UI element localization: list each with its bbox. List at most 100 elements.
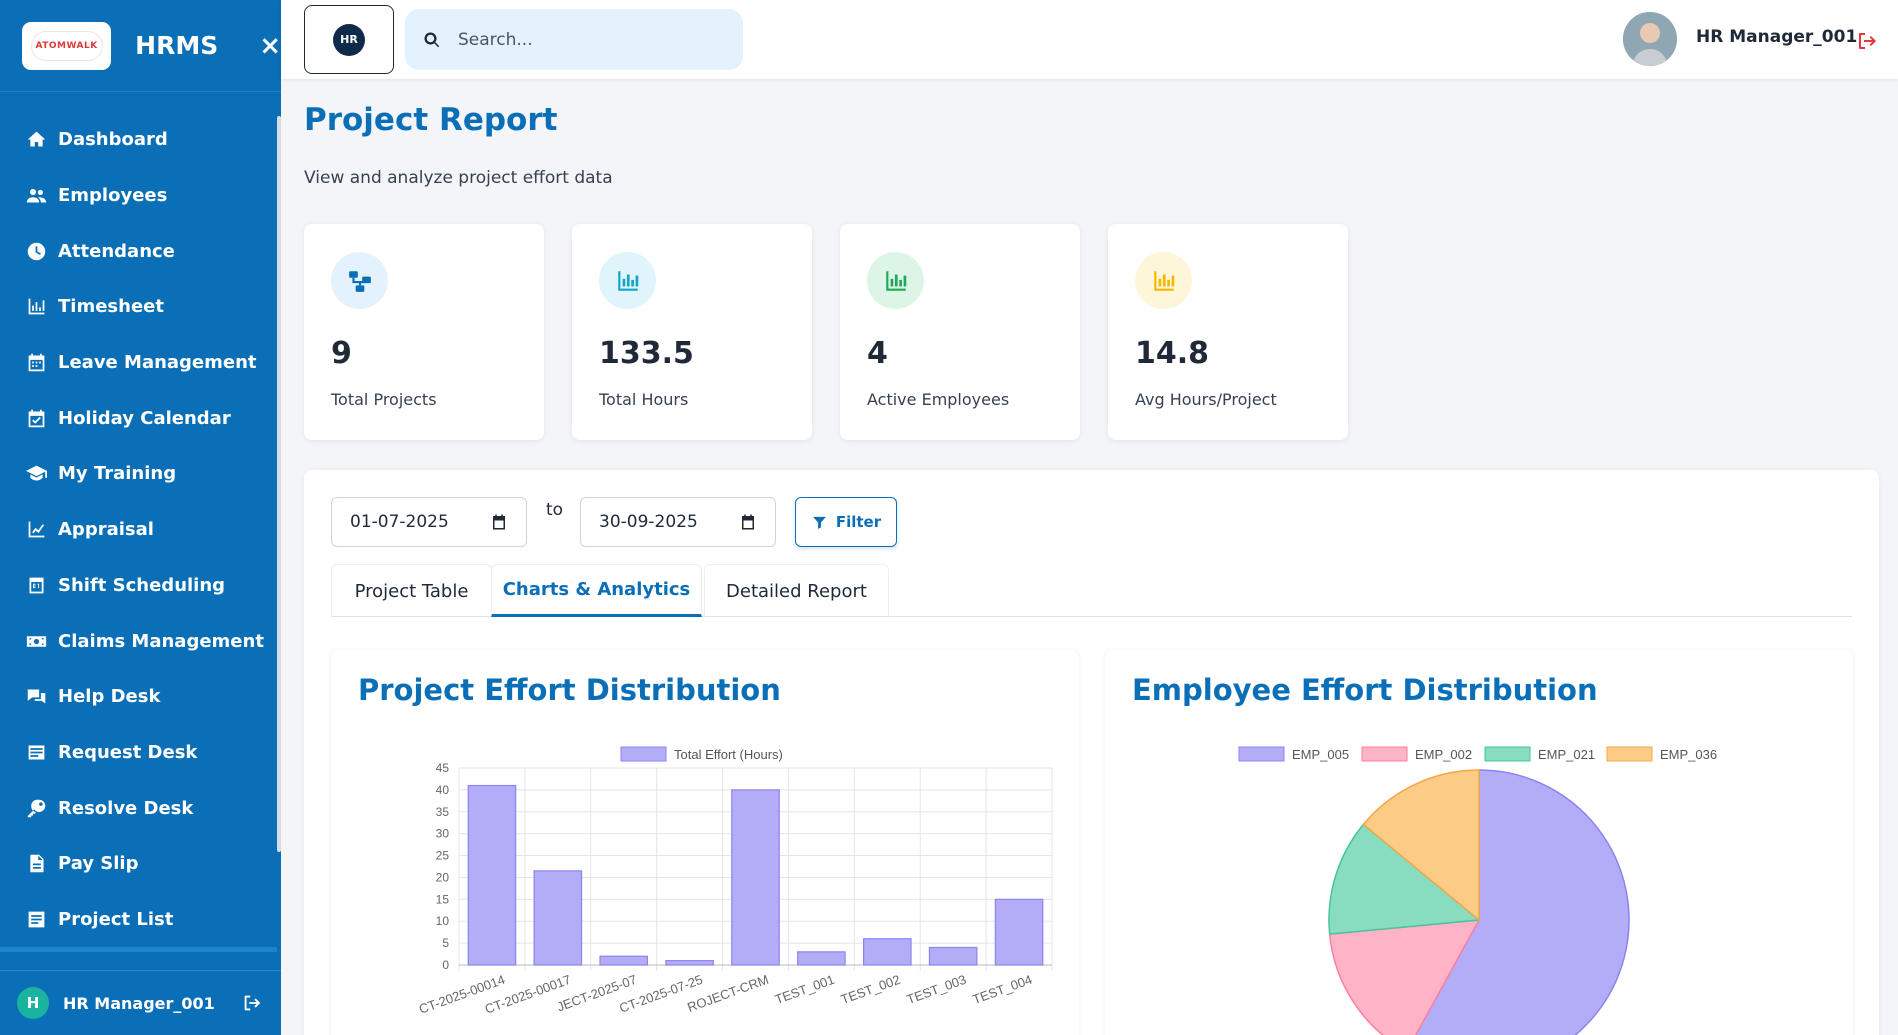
bar-project-2025-07[interactable] (599, 955, 649, 966)
sidebar-item-timesheet[interactable]: Timesheet (0, 279, 277, 335)
sidebar-footer: H HR Manager_001 (0, 970, 281, 1035)
to-date-value: 30-09-2025 (599, 512, 698, 532)
logout-icon[interactable] (241, 992, 263, 1014)
legend-swatch (1484, 746, 1531, 762)
header-logout-icon[interactable] (1855, 29, 1879, 53)
chat-icon (25, 686, 47, 708)
sidebar-item-shift-scheduling[interactable]: Shift Scheduling (0, 558, 277, 614)
legend-item-emp_002[interactable]: EMP_002 (1361, 746, 1472, 762)
sidebar-item-dashboard[interactable]: Dashboard (0, 112, 277, 168)
bar-project-2025-00014[interactable] (467, 784, 517, 966)
y-tick-label: 45 (436, 761, 450, 775)
sidebar-scrollbar[interactable] (277, 116, 281, 852)
stat-card-avg-hours-project: 14.8 Avg Hours/Project (1108, 224, 1348, 440)
sidebar-item-employees[interactable]: Employees (0, 168, 277, 224)
bar-chart-icon (1135, 252, 1192, 309)
company-logo[interactable]: ATOMWALK (22, 21, 112, 70)
sidebar-item-appraisal[interactable]: Appraisal (0, 502, 277, 558)
bar-test_002[interactable] (862, 938, 912, 966)
home-icon (25, 129, 47, 151)
report-tabs: Project Table Charts & Analytics Detaile… (331, 564, 1852, 617)
calendar-31-icon (25, 574, 47, 596)
money-icon (25, 630, 47, 652)
bar-chart-icon (25, 296, 47, 318)
sidebar-item-label: Request Desk (58, 741, 198, 763)
sidebar-item-label: Resolve Desk (58, 797, 194, 819)
to-date-input[interactable]: 30-09-2025 (580, 497, 776, 547)
footer-user-name: HR Manager_001 (63, 993, 215, 1013)
sidebar-item-label: Leave Management (58, 352, 257, 374)
pie-chart-legend: EMP_005 EMP_002 EMP_021 EMP_036 (1238, 746, 1717, 762)
bar-test_001[interactable] (797, 951, 846, 966)
page-title: Project Report (304, 102, 558, 138)
stat-value: 133.5 (599, 336, 694, 371)
sidebar-item-request-desk[interactable]: Request Desk (0, 725, 277, 781)
bar-chart-icon (599, 252, 656, 309)
hr-menu-button[interactable]: HR (304, 5, 394, 74)
legend-item-emp_021[interactable]: EMP_021 (1484, 746, 1595, 762)
legend-item-emp_005[interactable]: EMP_005 (1238, 746, 1349, 762)
tab-project-table[interactable]: Project Table (331, 564, 492, 617)
tab-charts-analytics[interactable]: Charts & Analytics (491, 564, 702, 617)
bar-chart-legend[interactable]: Total Effort (Hours) (620, 746, 783, 762)
sitemap-icon (331, 252, 388, 309)
date-range-to-label: to (546, 500, 564, 520)
calendar-icon[interactable] (739, 513, 757, 531)
sidebar-item-label: Pay Slip (58, 853, 139, 875)
bar-test_004[interactable] (994, 898, 1044, 966)
sidebar-item-holiday-calendar[interactable]: Holiday Calendar (0, 390, 277, 446)
search-input[interactable] (458, 29, 718, 50)
employee-effort-chart-card: Employee Effort Distribution EMP_005 EMP_… (1105, 650, 1853, 1035)
sidebar-item-label: Dashboard (58, 129, 168, 151)
calendar-icon[interactable] (490, 513, 508, 531)
clock-icon (25, 240, 47, 262)
sidebar-item-claims-management[interactable]: Claims Management (0, 613, 277, 669)
sidebar-item-attendance[interactable]: Attendance (0, 223, 277, 279)
filter-button[interactable]: Filter (795, 497, 897, 547)
footer-avatar: H (17, 987, 49, 1019)
logo-text: ATOMWALK (30, 30, 103, 61)
header-user-name[interactable]: HR Manager_001 (1696, 27, 1857, 47)
search-icon (424, 31, 440, 47)
sidebar-item-leave-management[interactable]: Leave Management (0, 335, 277, 391)
sidebar-item-label: Project List (58, 908, 174, 930)
stat-card-active-employees: 4 Active Employees (840, 224, 1080, 440)
sidebar-item-help-desk[interactable]: Help Desk (0, 669, 277, 725)
close-sidebar-icon[interactable]: × (259, 31, 281, 61)
bar-project-2025-00017[interactable] (533, 870, 583, 966)
sidebar-item-label: Help Desk (58, 686, 161, 708)
legend-swatch (620, 746, 667, 762)
sidebar-item-project-report[interactable]: Project Report (0, 947, 277, 952)
sidebar-item-my-training[interactable]: My Training (0, 446, 277, 502)
stat-label: Total Hours (599, 390, 689, 409)
bar-project-2025-07-25[interactable] (665, 960, 714, 966)
filter-icon (812, 516, 826, 529)
legend-label: EMP_002 (1415, 747, 1472, 762)
stat-label: Total Projects (331, 390, 437, 409)
sidebar-item-project-list[interactable]: Project List (0, 892, 277, 948)
stat-label: Avg Hours/Project (1135, 390, 1277, 409)
x-tick-label: TEST_004 (971, 972, 1035, 1007)
tab-detailed-report[interactable]: Detailed Report (704, 564, 889, 617)
legend-swatch (1606, 746, 1653, 762)
sidebar-item-pay-slip[interactable]: Pay Slip (0, 836, 277, 892)
users-icon (25, 185, 47, 207)
from-date-value: 01-07-2025 (350, 512, 449, 532)
stat-card-total-projects: 9 Total Projects (304, 224, 544, 440)
bar-project-crm[interactable] (731, 789, 780, 966)
sidebar-item-label: Shift Scheduling (58, 574, 226, 596)
sidebar-item-resolve-desk[interactable]: Resolve Desk (0, 780, 277, 836)
legend-label: EMP_036 (1660, 747, 1717, 762)
y-tick-label: 40 (436, 783, 450, 797)
bar-test_003[interactable] (928, 946, 978, 966)
search-bar (405, 9, 743, 70)
y-tick-label: 10 (436, 914, 450, 928)
legend-swatch (1361, 746, 1408, 762)
sidebar-nav: Dashboard Employees Attendance Timesheet Lea… (0, 112, 277, 952)
line-chart-icon (25, 519, 47, 541)
legend-item-emp_036[interactable]: EMP_036 (1606, 746, 1717, 762)
from-date-input[interactable]: 01-07-2025 (331, 497, 527, 547)
user-avatar[interactable] (1623, 12, 1677, 66)
y-tick-label: 30 (436, 827, 450, 841)
filter-button-label: Filter (835, 513, 882, 531)
